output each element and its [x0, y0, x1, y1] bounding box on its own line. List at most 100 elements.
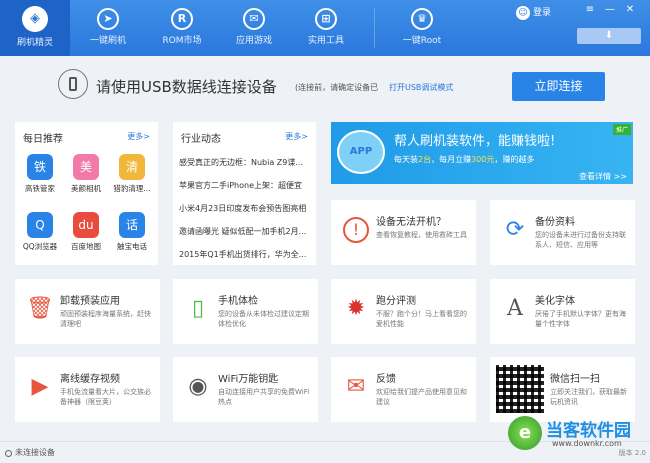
root-icon: ♛: [411, 8, 433, 30]
promo-banner[interactable]: APP 帮人刷机装软件，能赚钱啦! 每天装2台，每月立赚300元，赚的越多 查看…: [331, 122, 633, 184]
tile-title: 手机体检: [218, 296, 258, 307]
watermark-title: 当客软件园: [546, 421, 631, 441]
nav-tools[interactable]: ⊞ 实用工具: [298, 0, 354, 56]
close-icon[interactable]: ✕: [623, 3, 637, 17]
tile-title: 反馈: [376, 374, 396, 385]
tile-title: 设备无法开机？: [376, 217, 446, 228]
nav-one-click-root[interactable]: ♛ 一键Root: [390, 0, 454, 56]
nav-label: 实用工具: [307, 36, 344, 46]
minimize-icon[interactable]: —: [603, 3, 617, 17]
broom-icon: 清: [119, 154, 145, 180]
nav-label: ROM市场: [162, 36, 202, 46]
watermark-url: www.downkr.com: [552, 439, 622, 448]
app-label: 触宝电话: [117, 242, 147, 251]
banner-sub-number: 300元: [471, 155, 495, 164]
tile-benchmark[interactable]: ✹ 跑分评测 不服？跑个分！马上看看您的爱机性能: [331, 279, 476, 344]
nav-label: 一键Root: [402, 36, 442, 46]
font-icon: A: [507, 296, 523, 321]
tile-wechat-scan[interactable]: 微信扫一扫 立即关注我们，获取最新玩机资讯: [490, 357, 635, 422]
banner-sub-text: 每天装: [394, 155, 418, 164]
connect-title: 请使用USB数据线连接设备: [96, 78, 277, 96]
banner-title: 帮人刷机装软件，能赚钱啦!: [394, 134, 556, 149]
news-item[interactable]: 感受真正的无边框：Nubia Z9谍...: [179, 157, 311, 168]
app-item[interactable]: 清猎豹清理...: [112, 154, 152, 194]
user-avatar-icon: ☺: [516, 5, 530, 20]
app-label: 美颜相机: [71, 184, 101, 193]
tile-title: 备份资料: [535, 217, 575, 228]
top-navigation-bar: ◈ 刷机精灵 ➤ 一键刷机 R ROM市场 ✉ 应用游戏 ⊞ 实用工具 ♛ 一键…: [0, 0, 650, 56]
more-link[interactable]: 更多>: [127, 131, 150, 142]
app-item[interactable]: Q QQ浏览器: [20, 212, 60, 252]
app-item[interactable]: 话触宝电话: [112, 212, 152, 252]
login-link[interactable]: ☺ 登录: [516, 5, 551, 20]
nav-apps-games[interactable]: ✉ 应用游戏: [226, 0, 282, 56]
warning-icon: !: [343, 217, 369, 243]
tile-title: 微信扫一扫: [550, 374, 600, 385]
video-icon: ▶: [31, 374, 49, 399]
watermark-logo-icon: e: [508, 416, 542, 450]
grid-icon: ⊞: [315, 8, 337, 30]
tile-fonts[interactable]: A 美化字体 厌倦了手机默认字体？更有海量个性字体: [490, 279, 635, 344]
envelope-icon: ✉: [346, 374, 366, 399]
tile-title: WiFi万能钥匙: [218, 374, 279, 385]
qr-code-icon: [494, 363, 546, 415]
refresh-icon: ⟳: [505, 217, 525, 242]
tile-desc: 您的设备未进行过备份支持联系人、短信、应用等: [535, 231, 626, 249]
download-button[interactable]: ⬇: [577, 28, 641, 44]
mail-icon: ✉: [243, 8, 265, 30]
card-title: 每日推荐: [23, 134, 63, 145]
nav-one-click-flash[interactable]: ➤ 一键刷机: [80, 0, 136, 56]
tile-desc: 厌倦了手机默认字体？更有海量个性字体: [535, 310, 626, 328]
login-label: 登录: [533, 8, 552, 18]
nav-logo[interactable]: ◈ 刷机精灵: [0, 0, 70, 56]
tile-title: 卸载预装应用: [60, 296, 120, 307]
connection-status-icon: [5, 450, 12, 457]
news-item[interactable]: 苹果官方二手iPhone上架：超便宜: [179, 180, 311, 191]
phone-call-icon: 话: [119, 212, 145, 238]
industry-news-card: 行业动态 更多> 感受真正的无边框：Nubia Z9谍... 苹果官方二手iPh…: [173, 122, 316, 265]
cursor-icon: ➤: [97, 8, 119, 30]
tile-uninstall-preinstalled[interactable]: 🗑 卸载预装应用 顽固预装程序海量系统，赶快清理吧: [15, 279, 160, 344]
tile-desc: 自动连接用户共享的免费WiFi热点: [218, 388, 310, 406]
app-item[interactable]: 铁高铁管家: [20, 154, 60, 194]
logo-icon: ◈: [22, 6, 48, 32]
banner-details-link[interactable]: 查看详情 >>: [579, 171, 627, 182]
news-item[interactable]: 邀请函曝光 疑似低配一加手机2月...: [179, 226, 311, 237]
tile-title: 离线缓存视频: [60, 374, 120, 385]
tile-desc: 不服？跑个分！马上看看您的爱机性能: [376, 310, 467, 328]
status-text: 未连接设备: [15, 448, 55, 457]
menu-icon[interactable]: ≡: [583, 3, 597, 17]
more-link[interactable]: 更多>: [285, 131, 308, 142]
app-item[interactable]: du 百度地图: [66, 212, 106, 252]
banner-sub-text: ，赚的越多: [494, 155, 535, 164]
tile-title: 美化字体: [535, 296, 575, 307]
tile-device-wont-boot[interactable]: ! 设备无法开机？ 查看恢复教程，使用救砖工具: [331, 200, 476, 265]
tile-backup[interactable]: ⟳ 备份资料 您的设备未进行过备份支持联系人、短信、应用等: [490, 200, 635, 265]
news-item[interactable]: 小米4月23日印度发布会预告图亮相: [179, 203, 311, 214]
tile-phone-checkup[interactable]: ▯ 手机体检 您的设备从未体检过建议定期体检优化: [173, 279, 318, 344]
news-item[interactable]: 2015年Q1手机出货排行，华为全...: [179, 249, 311, 260]
nav-label: 一键刷机: [89, 36, 126, 46]
rom-icon: R: [171, 8, 193, 30]
wifi-icon: ◉: [188, 374, 208, 399]
tile-feedback[interactable]: ✉ 反馈 欢迎给我们提产品使用意见和建议: [331, 357, 476, 422]
daily-recommend-card: 每日推荐 更多> 铁高铁管家 美美颜相机 清猎豹清理... Q QQ浏览器 du 百…: [15, 122, 158, 265]
tile-desc: 欢迎给我们提产品使用意见和建议: [376, 388, 467, 406]
mascot-icon: APP: [337, 130, 385, 174]
promo-badge: 推广: [612, 124, 631, 135]
tile-desc: 手机免流量看大片，公交族必备神器（限豆荚）: [60, 388, 151, 406]
browser-icon: Q: [27, 212, 53, 238]
connect-hint: (连接前，请确定设备已: [295, 83, 379, 92]
download-icon: ⬇: [604, 30, 614, 41]
tile-wifi-key[interactable]: ◉ WiFi万能钥匙 自动连接用户共享的免费WiFi热点: [173, 357, 318, 422]
tile-offline-video[interactable]: ▶ 离线缓存视频 手机免流量看大片，公交族必备神器（限豆荚）: [15, 357, 160, 422]
nav-rom-market[interactable]: R ROM市场: [154, 0, 210, 56]
map-icon: du: [73, 212, 99, 238]
usb-debug-link[interactable]: 打开USB调试模式: [389, 82, 453, 93]
banner-sub-text: ，每月立赚: [431, 155, 472, 164]
nav-divider: [374, 8, 375, 48]
app-label: 百度地图: [71, 242, 101, 251]
app-item[interactable]: 美美颜相机: [66, 154, 106, 194]
trash-icon: 🗑: [26, 296, 54, 321]
connect-now-button[interactable]: 立即连接: [512, 72, 605, 101]
